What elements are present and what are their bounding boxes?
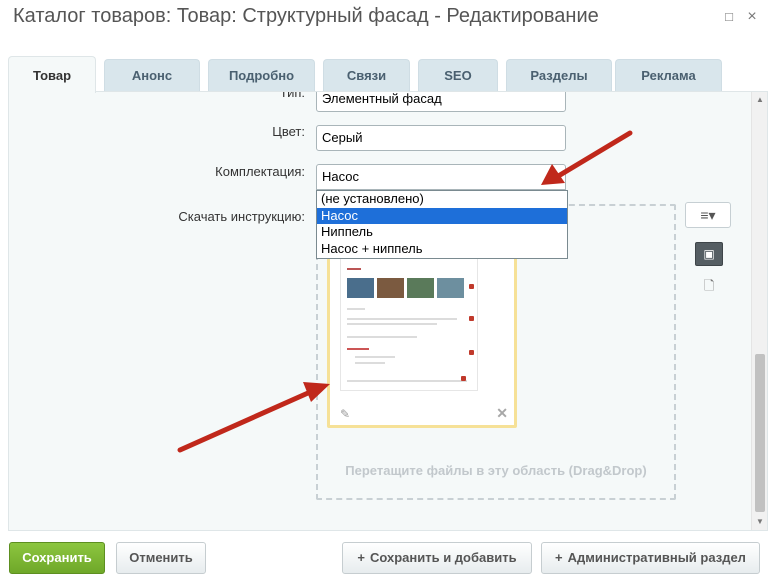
scrollbar-thumb[interactable] — [755, 354, 765, 512]
window-titlebar: Каталог товаров: Товар: Структурный фаса… — [0, 0, 774, 36]
tab-product[interactable]: Товар — [8, 56, 96, 93]
window-title: Каталог товаров: Товар: Структурный фаса… — [13, 5, 599, 27]
kit-option-selected[interactable]: Насос — [317, 207, 567, 224]
scroll-up-icon[interactable]: ▲ — [752, 92, 767, 108]
download-label: Скачать инструкцию: — [178, 209, 305, 224]
kit-option[interactable]: (не установлено) — [317, 191, 567, 208]
color-label: Цвет: — [272, 124, 305, 139]
save-and-add-label: Сохранить и добавить — [369, 550, 517, 565]
tab-seo[interactable]: SEO — [418, 59, 498, 92]
kit-label: Комплектация: — [215, 164, 305, 179]
close-icon[interactable]: × — [745, 9, 759, 25]
admin-section-label: Административный раздел — [567, 550, 746, 565]
plus-icon: + — [357, 550, 365, 565]
dropzone-hint: Перетащите файлы в эту область (Drag&Dro… — [345, 463, 647, 478]
kit-option[interactable]: Ниппель — [317, 224, 567, 241]
tab-announce[interactable]: Анонс — [104, 59, 200, 92]
tab-details[interactable]: Подробно — [208, 59, 315, 92]
tab-sections[interactable]: Разделы — [506, 59, 612, 92]
form-panel: Тип: Элементный фасад Цвет: Серый Компле… — [8, 91, 768, 531]
kit-option[interactable]: Насос + ниппель — [317, 241, 567, 258]
save-button[interactable]: Сохранить — [9, 542, 105, 574]
minimize-icon[interactable]: □ — [722, 10, 736, 24]
color-field[interactable]: Серый — [316, 125, 566, 151]
file-preview-card[interactable]: ✎ ✕ — [327, 246, 517, 428]
type-field[interactable]: Элементный фасад — [316, 92, 566, 112]
image-icon[interactable]: ▣ — [695, 242, 723, 266]
admin-section-button[interactable]: + Административный раздел — [541, 542, 760, 574]
scroll-down-icon[interactable]: ▼ — [752, 514, 767, 530]
plus-icon: + — [555, 550, 563, 565]
tab-links[interactable]: Связи — [323, 59, 410, 92]
menu-button[interactable]: ≡▾ — [685, 202, 731, 228]
tab-ads[interactable]: Реклама — [615, 59, 722, 92]
cancel-button[interactable]: Отменить — [116, 542, 206, 574]
form-footer: Сохранить Отменить + Сохранить и добавить… — [0, 532, 774, 584]
file-thumbnail — [340, 251, 478, 391]
file-icon[interactable]: 🗋 — [704, 278, 716, 293]
vertical-scrollbar[interactable]: ▲ ▼ — [751, 92, 767, 530]
type-label: Тип: — [279, 91, 305, 100]
save-and-add-button[interactable]: + Сохранить и добавить — [342, 542, 532, 574]
edit-file-icon[interactable]: ✎ — [340, 407, 350, 421]
kit-select[interactable]: Насос — [316, 164, 566, 190]
tab-bar: Товар Анонс Подробно Связи SEO Разделы Р… — [8, 56, 768, 93]
remove-file-icon[interactable]: ✕ — [496, 405, 508, 422]
kit-options-list: (не установлено) Насос Ниппель Насос + н… — [316, 190, 568, 259]
